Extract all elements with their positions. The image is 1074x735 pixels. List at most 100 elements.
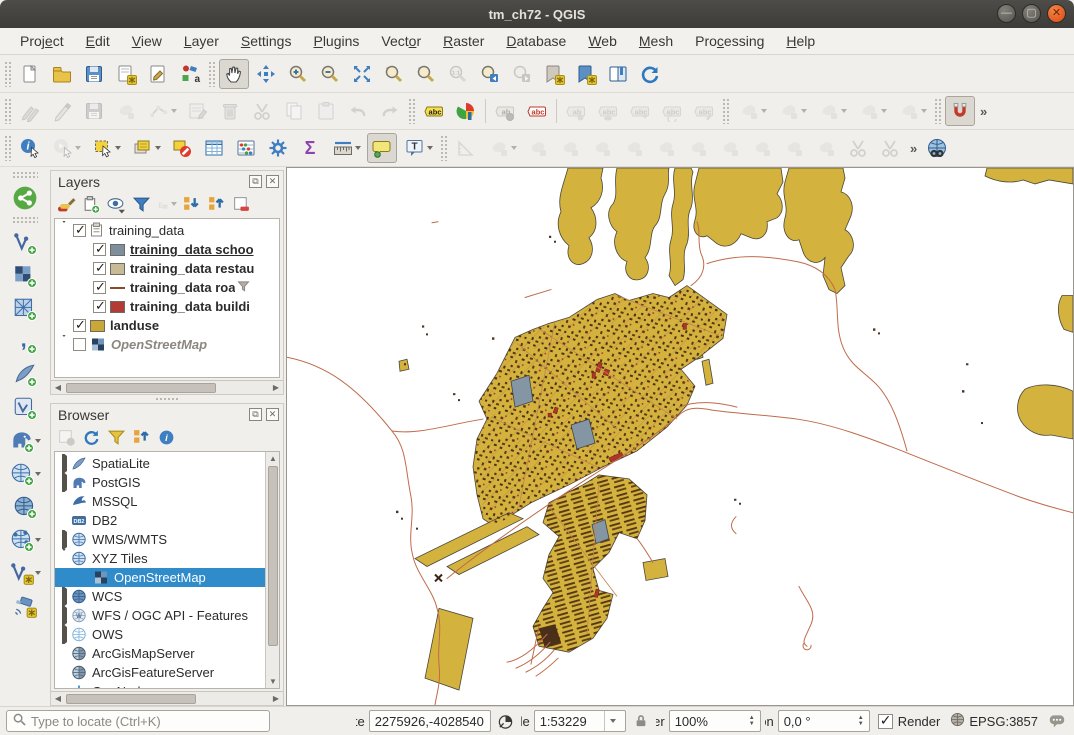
- move-label-icon[interactable]: ab: [561, 96, 591, 126]
- enable-snapping-icon[interactable]: [945, 96, 975, 126]
- new-gpx-layer-icon[interactable]: [8, 589, 42, 622]
- menu-web[interactable]: Web: [578, 30, 627, 52]
- scroll-left-icon[interactable]: ◀: [51, 381, 65, 394]
- menu-layer[interactable]: Layer: [174, 30, 229, 52]
- filter-legend-icon[interactable]: [130, 194, 152, 214]
- scroll-right-icon[interactable]: ▶: [269, 381, 283, 394]
- zoom-last-icon[interactable]: [475, 59, 505, 89]
- text-annotation-icon[interactable]: T: [399, 133, 437, 163]
- enable-properties-widget-icon[interactable]: i: [155, 427, 177, 447]
- add-mesh-layer-icon[interactable]: [8, 292, 42, 325]
- chevron-down-icon[interactable]: [604, 711, 620, 731]
- layer-row-training-data-buildi[interactable]: training_data buildi: [55, 297, 279, 316]
- undo-icon[interactable]: [343, 96, 373, 126]
- toolbar-drag-handle[interactable]: [4, 61, 12, 87]
- identify-features-icon[interactable]: i: [15, 133, 45, 163]
- browser-item-postgis[interactable]: PostGIS: [55, 473, 265, 492]
- merge-features-icon[interactable]: [747, 133, 777, 163]
- crs-status[interactable]: EPSG:3857: [950, 712, 1038, 730]
- browser-item-geonode[interactable]: GeoNode: [55, 682, 265, 688]
- rotate-feature-icon[interactable]: [523, 133, 553, 163]
- menu-help[interactable]: Help: [776, 30, 825, 52]
- coordinate-box[interactable]: 2275926,-4028540: [369, 710, 491, 732]
- scroll-left-icon[interactable]: ◀: [51, 692, 65, 705]
- browser-item-arcgisfeatureserver[interactable]: ArcGisFeatureServer: [55, 663, 265, 682]
- layer-swatch[interactable]: [110, 301, 125, 313]
- show-hide-labels-icon[interactable]: abc: [593, 96, 623, 126]
- refresh-map-icon[interactable]: [635, 59, 665, 89]
- checkbox-checked-icon[interactable]: [878, 714, 893, 729]
- browser-item-spatialite[interactable]: SpatiaLite: [55, 454, 265, 473]
- statistical-summary-icon[interactable]: Σ: [295, 133, 325, 163]
- metasearch-icon[interactable]: [922, 133, 952, 163]
- browser-float-icon[interactable]: ⧉: [249, 408, 262, 421]
- toolbar-drag-handle[interactable]: [934, 98, 942, 124]
- map-svg[interactable]: [287, 168, 1073, 705]
- new-bookmark-icon[interactable]: [539, 59, 569, 89]
- select-features-icon[interactable]: [87, 133, 125, 163]
- temporal-controller-icon[interactable]: [603, 59, 633, 89]
- locator-search[interactable]: [6, 710, 270, 732]
- browser-close-icon[interactable]: ✕: [266, 408, 279, 421]
- scroll-right-icon[interactable]: ▶: [269, 692, 283, 705]
- reshape-features-icon[interactable]: [651, 133, 681, 163]
- refresh-browser-icon[interactable]: [80, 427, 102, 447]
- scissors-tool-2-icon[interactable]: [875, 133, 905, 163]
- scissors-tool-icon[interactable]: [843, 133, 873, 163]
- highlight-pinned-labels-icon[interactable]: abc: [522, 96, 552, 126]
- current-edits-icon[interactable]: [15, 96, 45, 126]
- menu-project[interactable]: Project: [10, 30, 74, 52]
- modify-attributes-icon[interactable]: [183, 96, 213, 126]
- toolbar-drag-handle[interactable]: [208, 61, 216, 87]
- menu-vector[interactable]: Vector: [371, 30, 431, 52]
- filter-indicator-icon[interactable]: [237, 280, 250, 296]
- paste-features-icon[interactable]: [311, 96, 341, 126]
- toolbar-drag-handle[interactable]: [4, 135, 12, 161]
- rotate-label-icon[interactable]: abc: [657, 96, 687, 126]
- processing-toolbox-icon[interactable]: [263, 133, 293, 163]
- title-bar[interactable]: tm_ch72 - QGIS — ▢ ✕: [0, 0, 1074, 28]
- collapse-all-icon[interactable]: [130, 427, 152, 447]
- zoom-next-icon[interactable]: [507, 59, 537, 89]
- split-features-icon[interactable]: [715, 133, 745, 163]
- panel-splitter[interactable]: [50, 395, 284, 403]
- browser-item-arcgismapserver[interactable]: ArcGisMapServer: [55, 644, 265, 663]
- toolbar-drag-handle[interactable]: [722, 98, 730, 124]
- layer-row-openstreetmap[interactable]: OpenStreetMap: [55, 335, 279, 354]
- select-by-form-icon[interactable]: [127, 133, 165, 163]
- save-edits-icon[interactable]: [79, 96, 109, 126]
- add-postgis-layer-icon[interactable]: [8, 424, 42, 457]
- pan-to-selection-icon[interactable]: [251, 59, 281, 89]
- zoom-full-icon[interactable]: [347, 59, 377, 89]
- add-virtual-layer-icon[interactable]: [8, 391, 42, 424]
- browser-item-xyz-tiles[interactable]: XYZ Tiles: [55, 549, 265, 568]
- open-field-calculator-icon[interactable]: [231, 133, 261, 163]
- toolbar-overflow-icon[interactable]: »: [906, 141, 921, 156]
- menu-database[interactable]: Database: [496, 30, 576, 52]
- extents-toggle-icon[interactable]: [495, 711, 517, 731]
- change-label-properties-icon[interactable]: abc: [689, 96, 719, 126]
- toolbar-drag-handle[interactable]: [12, 171, 38, 178]
- layer-row-landuse[interactable]: landuse: [55, 316, 279, 335]
- simplify-feature-icon[interactable]: [555, 133, 585, 163]
- menu-processing[interactable]: Processing: [685, 30, 774, 52]
- toggle-editing-icon[interactable]: [47, 96, 77, 126]
- layer-visibility-checkbox[interactable]: [73, 224, 86, 237]
- layer-row-training-data-roa[interactable]: training_data roa: [55, 278, 279, 297]
- layer-diagram-icon[interactable]: [451, 96, 481, 126]
- add-wfs-layer-icon[interactable]: [8, 523, 42, 556]
- add-delimited-text-layer-icon[interactable]: ,: [8, 325, 42, 358]
- offset-curve-icon[interactable]: [683, 133, 713, 163]
- stream-digitize-icon[interactable]: [773, 96, 811, 126]
- map-tips-icon[interactable]: [367, 133, 397, 163]
- cut-features-icon[interactable]: [247, 96, 277, 126]
- add-wms-layer-icon[interactable]: [8, 457, 42, 490]
- close-button[interactable]: ✕: [1047, 4, 1066, 23]
- layer-row-training-data-schoo[interactable]: training_data schoo: [55, 240, 279, 259]
- scroll-down-icon[interactable]: ▼: [266, 675, 280, 688]
- browser-item-wcs[interactable]: WCS: [55, 587, 265, 606]
- digitize-curve-icon[interactable]: [733, 96, 771, 126]
- project-properties-icon[interactable]: [143, 59, 173, 89]
- zoom-native-icon[interactable]: 1:1: [443, 59, 473, 89]
- collapse-all-icon[interactable]: [205, 194, 227, 214]
